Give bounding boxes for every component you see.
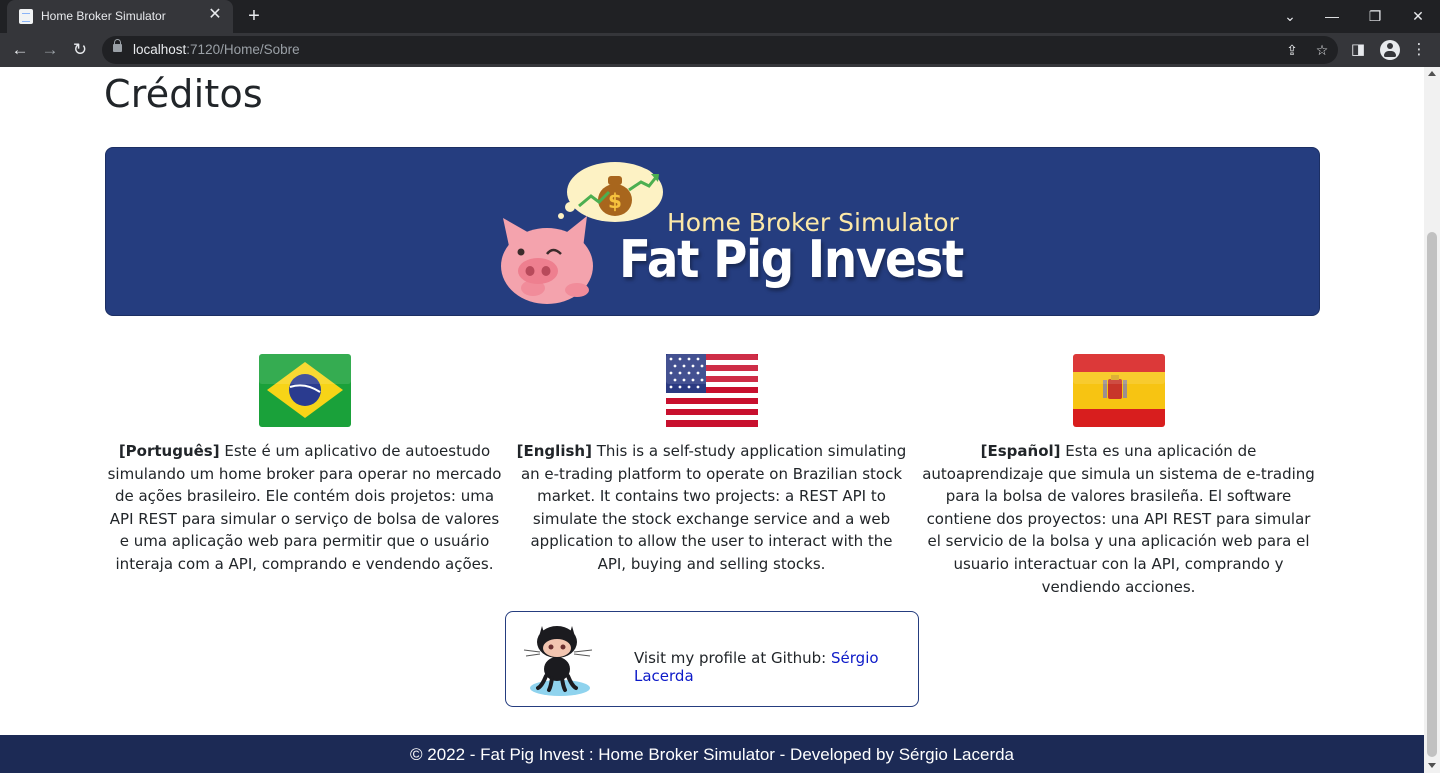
- spanish-description: [Español] Esta es una aplicación de auto…: [922, 442, 1315, 596]
- svg-text:$: $: [608, 189, 622, 213]
- tab-title: Home Broker Simulator: [41, 9, 166, 23]
- usa-flag-icon: [665, 354, 758, 427]
- language-column-spanish: [Español] Esta es una aplicación de auto…: [921, 354, 1316, 598]
- reload-icon[interactable]: ↻: [69, 39, 91, 61]
- url-text: localhost:7120/Home/Sobre: [133, 42, 300, 57]
- github-octocat-icon: [523, 626, 593, 696]
- scroll-down-icon[interactable]: [1428, 763, 1436, 768]
- back-arrow-icon[interactable]: ←: [9, 39, 31, 61]
- github-profile-card: Visit my profile at Github: Sérgio Lacer…: [505, 611, 919, 707]
- page-title: Créditos: [104, 72, 263, 116]
- browser-tab-bar: Home Broker Simulator ✕ + ⌄ — ❐ ✕: [0, 0, 1440, 33]
- tab-close-icon[interactable]: ✕: [206, 6, 224, 24]
- footer-text: © 2022 - Fat Pig Invest : Home Broker Si…: [409, 745, 1015, 764]
- kebab-menu-icon[interactable]: ⋮: [1408, 39, 1430, 61]
- restore-icon[interactable]: ❐: [1363, 5, 1387, 27]
- browser-toolbar: ← → ↻ localhost:7120/Home/Sobre ⇪ ☆ ◨ ⋮: [0, 33, 1440, 67]
- page-footer: © 2022 - Fat Pig Invest : Home Broker Si…: [0, 735, 1424, 773]
- new-tab-button[interactable]: +: [243, 5, 265, 27]
- fat-pig-invest-banner: $ Home Broker Simulator Fat Pig Invest: [105, 147, 1320, 316]
- scroll-up-icon[interactable]: [1428, 71, 1436, 76]
- english-description: [English] This is a self-study applicati…: [516, 442, 907, 573]
- lock-icon[interactable]: [113, 39, 122, 52]
- profile-icon[interactable]: [1380, 40, 1400, 60]
- minimize-icon[interactable]: —: [1320, 5, 1344, 27]
- page-favicon-icon: [19, 9, 33, 24]
- star-icon[interactable]: ☆: [1312, 40, 1332, 60]
- github-text: Visit my profile at Github: Sérgio Lacer…: [634, 649, 879, 685]
- page-scrollbar[interactable]: [1424, 67, 1440, 773]
- brazil-flag-icon: [258, 354, 351, 427]
- portuguese-description: [Português] Este é um aplicativo de auto…: [107, 442, 502, 573]
- banner-title: Fat Pig Invest: [619, 230, 964, 290]
- browser-tab[interactable]: Home Broker Simulator ✕: [7, 0, 233, 33]
- address-bar[interactable]: localhost:7120/Home/Sobre ⇪ ☆: [102, 36, 1338, 64]
- language-column-portuguese: [Português] Este é um aplicativo de auto…: [107, 354, 502, 576]
- tab-search-icon[interactable]: ⌄: [1278, 5, 1302, 27]
- close-window-icon[interactable]: ✕: [1406, 5, 1430, 27]
- spain-flag-icon: [1072, 354, 1165, 427]
- language-column-english: [English] This is a self-study applicati…: [514, 354, 909, 576]
- side-panel-icon[interactable]: ◨: [1347, 39, 1369, 61]
- scroll-thumb[interactable]: [1427, 232, 1437, 757]
- forward-arrow-icon[interactable]: →: [39, 39, 61, 61]
- share-icon[interactable]: ⇪: [1282, 40, 1302, 60]
